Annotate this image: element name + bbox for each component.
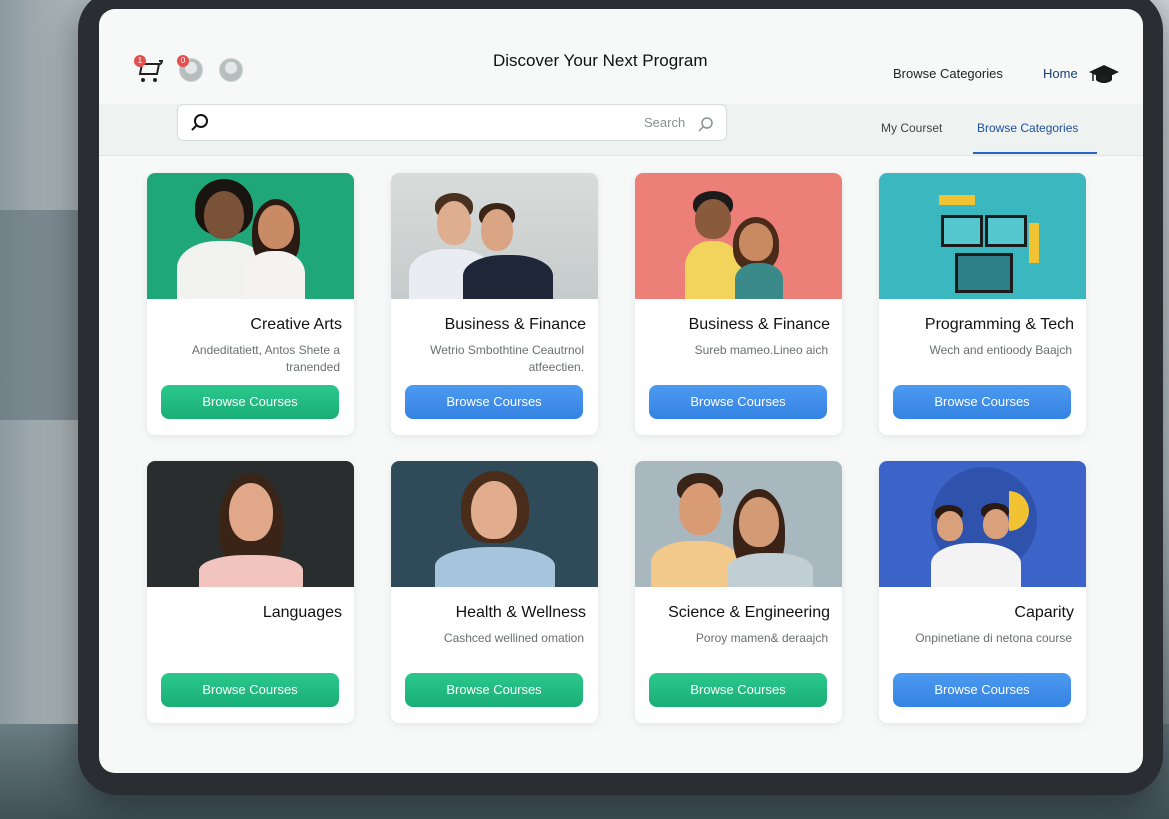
tab-active-indicator <box>973 152 1097 154</box>
course-card-creative-arts[interactable]: Creative Arts Andeditatiett, Antos Shete… <box>147 173 354 435</box>
card-image <box>391 461 598 587</box>
card-title: Health & Wellness <box>455 604 586 621</box>
course-card-business-finance[interactable]: Business & Finance Wetrio Smbothtine Cea… <box>391 173 598 435</box>
browse-courses-button[interactable]: Browse Courses <box>649 673 827 707</box>
app-screen: 1 0 Discover Your Next Program Browse Ca… <box>99 9 1143 773</box>
card-image <box>879 173 1086 299</box>
browse-courses-button[interactable]: Browse Courses <box>893 673 1071 707</box>
search-icon-secondary <box>698 117 713 132</box>
card-title: Science & Engineering <box>668 604 830 621</box>
card-image <box>147 173 354 299</box>
card-description: Wetrio Smbothtine Ceautrnol atfeectien. <box>430 343 584 374</box>
card-description: Cashced wellined omation <box>443 631 584 645</box>
course-card-science-engineering[interactable]: Science & Engineering Poroy mamen& deraa… <box>635 461 842 723</box>
card-title: Creative Arts <box>250 316 342 333</box>
search-icon[interactable] <box>190 113 210 133</box>
background-shelf <box>0 210 80 420</box>
card-description: Sureb mameo.Lineo aich <box>694 343 828 357</box>
card-image <box>635 461 842 587</box>
card-title: Business & Finance <box>688 316 830 333</box>
card-image <box>391 173 598 299</box>
notification-badge: 0 <box>177 55 189 67</box>
course-card-caparity[interactable]: Caparity Onpinetiane di netona course Br… <box>879 461 1086 723</box>
card-description: Onpinetiane di netona course <box>915 631 1072 645</box>
graduation-cap-icon <box>1089 65 1119 83</box>
course-card-health-wellness[interactable]: Health & Wellness Cashced wellined omati… <box>391 461 598 723</box>
browse-courses-button[interactable]: Browse Courses <box>161 673 339 707</box>
search-input[interactable]: Search <box>177 104 727 141</box>
card-title: Business & Finance <box>444 316 586 333</box>
card-title: Caparity <box>1014 604 1074 621</box>
nav-home[interactable]: Home <box>1043 66 1078 81</box>
course-card-languages[interactable]: Languages Browse Courses <box>147 461 354 723</box>
card-description: Poroy mamen& deraajch <box>695 631 828 645</box>
search-placeholder: Search <box>644 115 686 130</box>
page-title: Discover Your Next Program <box>493 51 708 70</box>
browse-courses-button[interactable]: Browse Courses <box>893 385 1071 419</box>
browse-courses-button[interactable]: Browse Courses <box>161 385 339 419</box>
course-card-programming-tech[interactable]: Programming & Tech Wech and entioody Baa… <box>879 173 1086 435</box>
user-avatar[interactable] <box>219 58 243 82</box>
card-description: Andeditatiett, Antos Shete a tranended <box>191 343 340 374</box>
card-title: Programming & Tech <box>924 316 1074 333</box>
card-image <box>635 173 842 299</box>
browse-courses-button[interactable]: Browse Courses <box>405 385 583 419</box>
card-image <box>147 461 354 587</box>
top-bar: 1 0 Discover Your Next Program Browse Ca… <box>99 9 1143 104</box>
nav-browse-categories[interactable]: Browse Categories <box>893 66 1003 81</box>
browse-courses-button[interactable]: Browse Courses <box>649 385 827 419</box>
card-title: Languages <box>262 604 342 621</box>
browse-courses-button[interactable]: Browse Courses <box>405 673 583 707</box>
cart-badge: 1 <box>134 55 146 67</box>
card-image <box>879 461 1086 587</box>
tab-my-courses[interactable]: My Courset <box>881 121 942 135</box>
search-row: Search My Courset Browse Categories <box>99 104 1143 156</box>
card-description: Wech and entioody Baajch <box>929 343 1072 357</box>
course-card-business-finance-2[interactable]: Business & Finance Sureb mameo.Lineo aic… <box>635 173 842 435</box>
tab-browse-categories[interactable]: Browse Categories <box>977 121 1078 135</box>
